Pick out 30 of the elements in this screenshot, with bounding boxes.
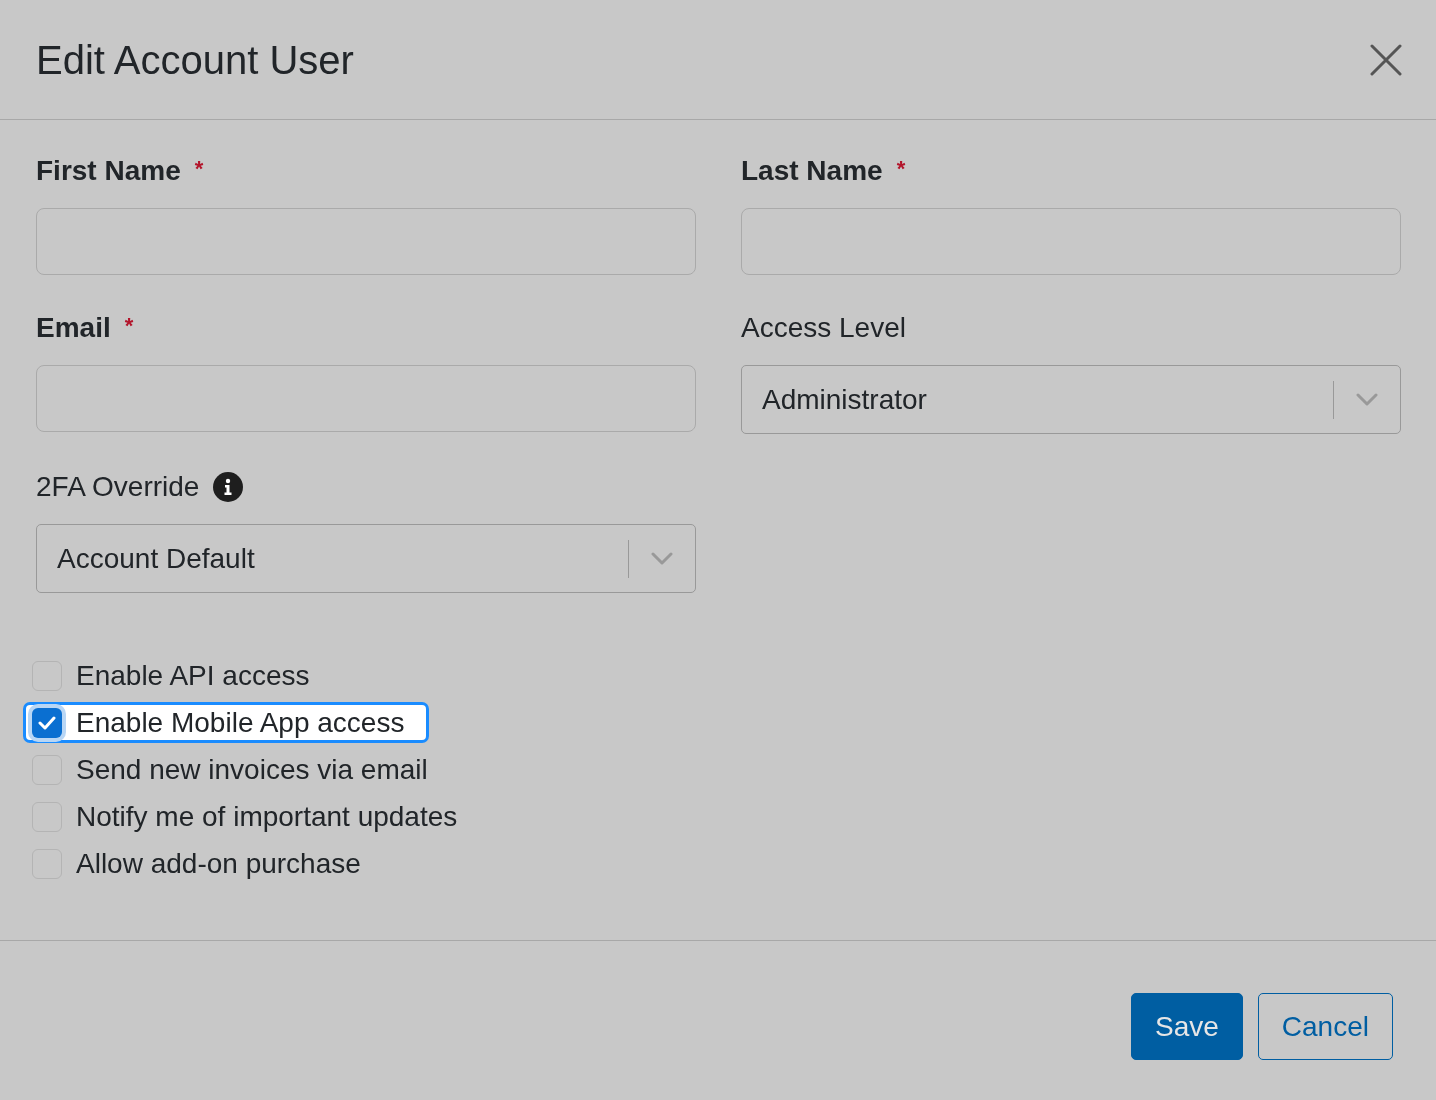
option-label: Enable Mobile App access (76, 705, 405, 740)
save-button[interactable]: Save (1131, 993, 1243, 1060)
required-mark: * (896, 155, 906, 183)
field-label: Email (36, 311, 111, 345)
chevron-down-icon (651, 551, 673, 566)
checkbox-option[interactable]: Allow add-on purchase (23, 843, 386, 884)
text-input[interactable] (36, 365, 696, 432)
option-label: Notify me of important updates (76, 799, 458, 834)
checkbox-option[interactable]: Enable API access (23, 655, 335, 696)
option-label: Enable API access (76, 658, 310, 693)
checkbox-option[interactable]: Enable Mobile App access (23, 702, 430, 743)
info-icon[interactable] (213, 472, 244, 502)
checkbox-option[interactable]: Send new invoices via email (23, 749, 453, 790)
select-dropdown[interactable]: Administrator (741, 365, 1401, 434)
select-dropdown[interactable]: Account Default (36, 524, 696, 593)
text-input[interactable] (36, 208, 696, 275)
text-input[interactable] (741, 208, 1401, 275)
option-label: Allow add-on purchase (76, 846, 361, 881)
field-label: Access Level (741, 311, 906, 345)
required-mark: * (194, 155, 204, 183)
cancel-button[interactable]: Cancel (1257, 993, 1393, 1060)
option-label: Send new invoices via email (76, 752, 428, 787)
checkbox-option[interactable]: Notify me of important updates (23, 796, 483, 837)
checkmark-icon (38, 715, 56, 730)
field-label: 2FA Override (36, 470, 200, 504)
field-label: First Name (36, 154, 181, 188)
field-label: Last Name (741, 154, 883, 188)
required-mark: * (124, 312, 134, 340)
dialog-title: Edit Account User (36, 36, 354, 84)
chevron-down-icon (1356, 392, 1378, 407)
